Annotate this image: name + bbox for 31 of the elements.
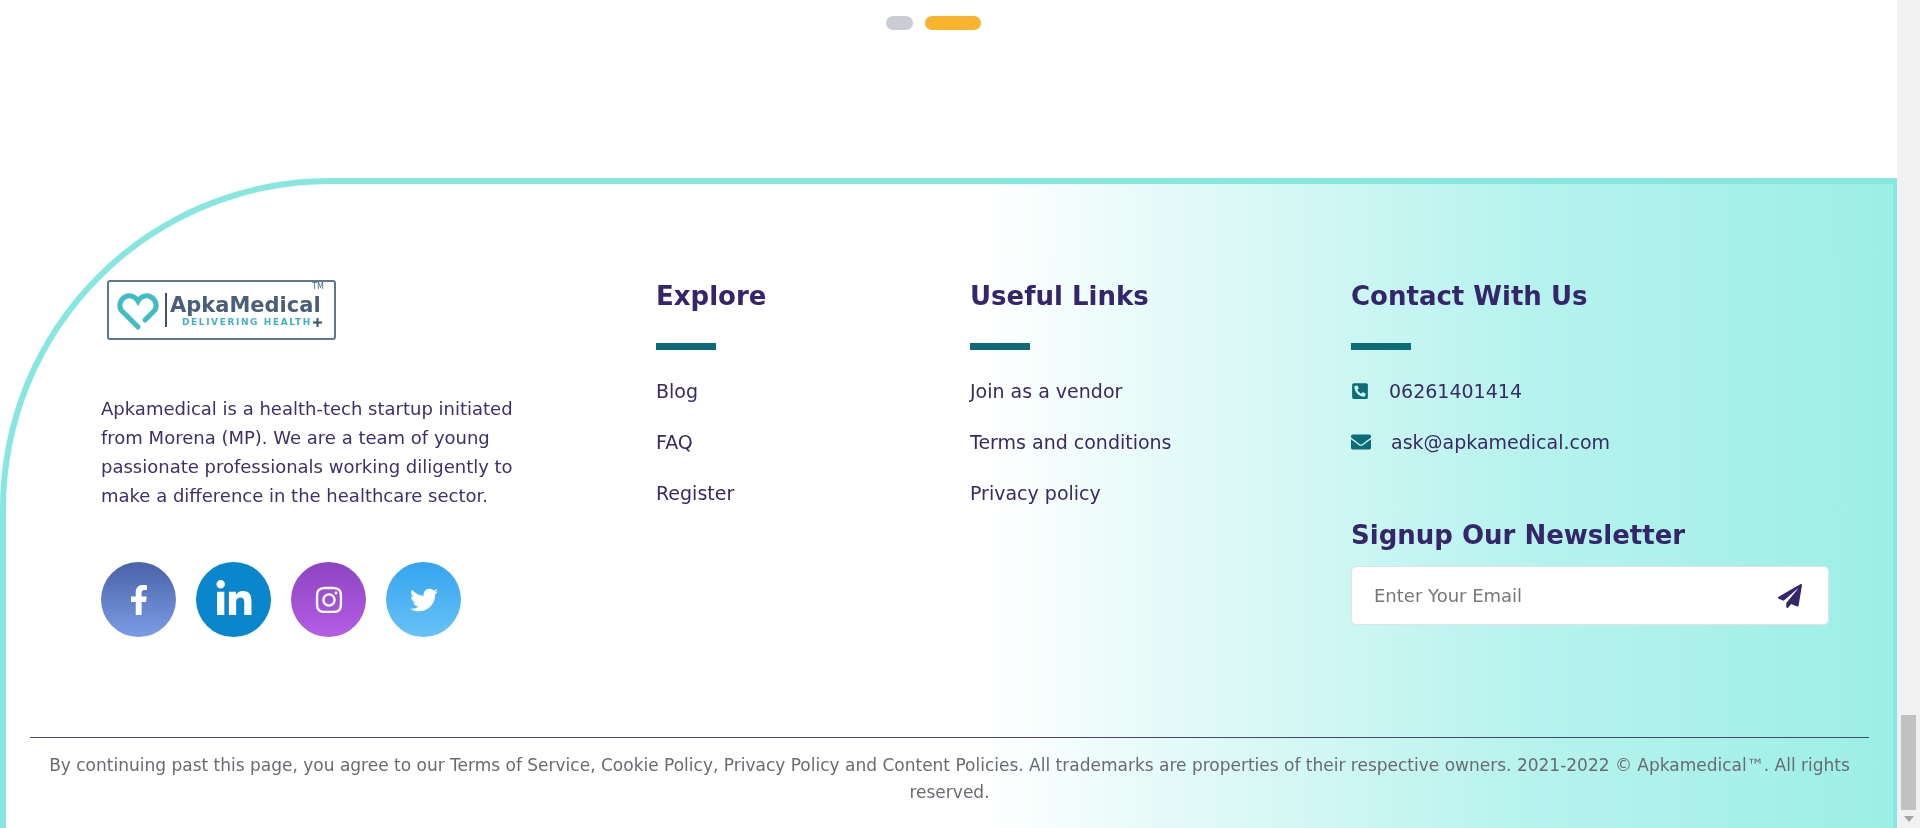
footer-link[interactable]: Privacy policy [970, 481, 1101, 505]
email-field[interactable]: Enter Your Email [1351, 566, 1829, 625]
envelope-icon [1351, 432, 1371, 452]
plus-icon [312, 317, 322, 327]
footer-link[interactable]: Blog [656, 379, 698, 403]
about-text: Apkamedical is a health-tech startup initiated from Morena (MP). We are a team of young passionate professionals working diligently to make a difference in the healthcare sector. [101, 397, 514, 508]
footer-link[interactable]: FAQ [656, 430, 693, 454]
trademark: TM [312, 282, 324, 291]
email-input[interactable]: Enter Your Email [1372, 584, 1778, 607]
scrollbar[interactable] [1897, 0, 1920, 828]
footer-link[interactable]: Register [656, 481, 735, 505]
heading-underline [970, 343, 1030, 350]
column-heading: Contact With Us [1351, 280, 1589, 312]
column-heading: Explore [656, 280, 768, 312]
phone-icon [1351, 382, 1369, 400]
phone-number: 06261401414 [1389, 379, 1522, 403]
instagram-icon [313, 584, 344, 615]
heading-underline [656, 343, 716, 350]
logo-tagline: DELIVERING HEALTH [182, 317, 312, 327]
legal-text: By continuing past this page, you agree to our Terms of Service, Cookie Policy, Privacy Policy and Content Policies. All trademarks are properties of their respective owners. 2021-2022 © Apkamedical™. All rights reserved. [48, 754, 1851, 804]
column-heading: Useful Links [970, 280, 1150, 312]
logo-name: ApkaMedical [170, 293, 322, 317]
newsletter-heading: Signup Our Newsletter [1351, 519, 1687, 551]
scrollbar-thumb[interactable] [1901, 715, 1916, 810]
scroll-down-icon[interactable] [1903, 816, 1914, 822]
footer-link[interactable]: Join as a vendor [970, 379, 1123, 403]
heading-underline [1351, 343, 1411, 350]
paper-plane-icon [1778, 583, 1802, 608]
send-button[interactable] [1778, 583, 1802, 608]
email-address: ask@apkamedical.com [1391, 430, 1611, 454]
footer-link[interactable]: Terms and conditions [970, 430, 1172, 454]
